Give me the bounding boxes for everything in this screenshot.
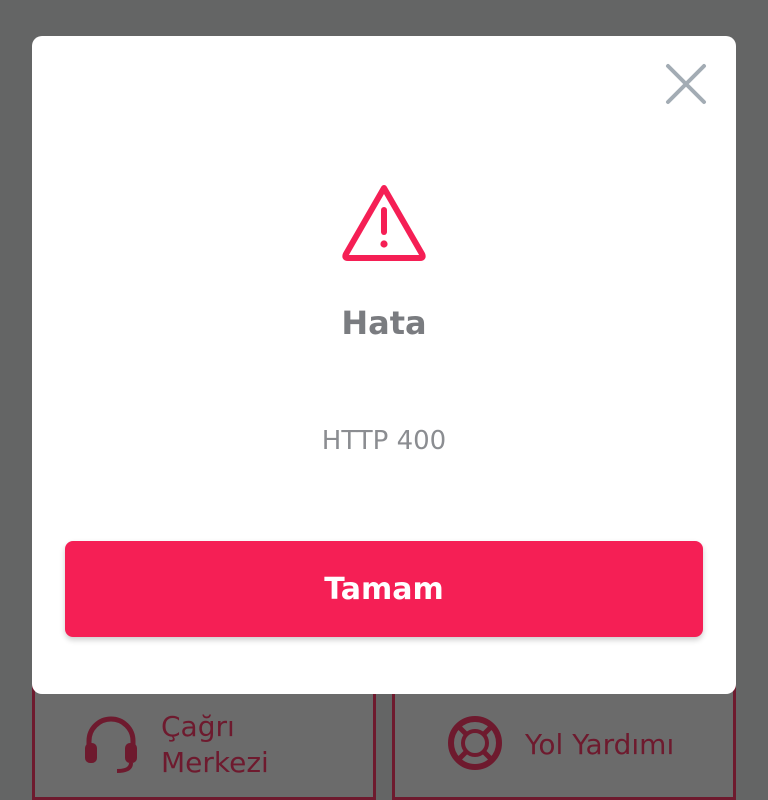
dialog-title: Hata xyxy=(341,304,427,342)
headset-icon xyxy=(85,716,137,773)
dialog-message: HTTP 400 xyxy=(321,426,447,456)
warning-triangle-icon xyxy=(342,185,426,261)
call-center-card: Çağrı Merkezi xyxy=(32,680,376,800)
close-icon[interactable] xyxy=(660,58,712,110)
road-assistance-card: Yol Yardımı xyxy=(392,680,736,800)
call-center-label: Çağrı Merkezi xyxy=(161,710,269,779)
ok-button[interactable]: Tamam xyxy=(65,541,703,637)
road-assistance-label: Yol Yardımı xyxy=(525,728,675,761)
error-dialog: Hata HTTP 400 Tamam xyxy=(32,36,736,694)
lifebuoy-icon xyxy=(448,716,502,770)
